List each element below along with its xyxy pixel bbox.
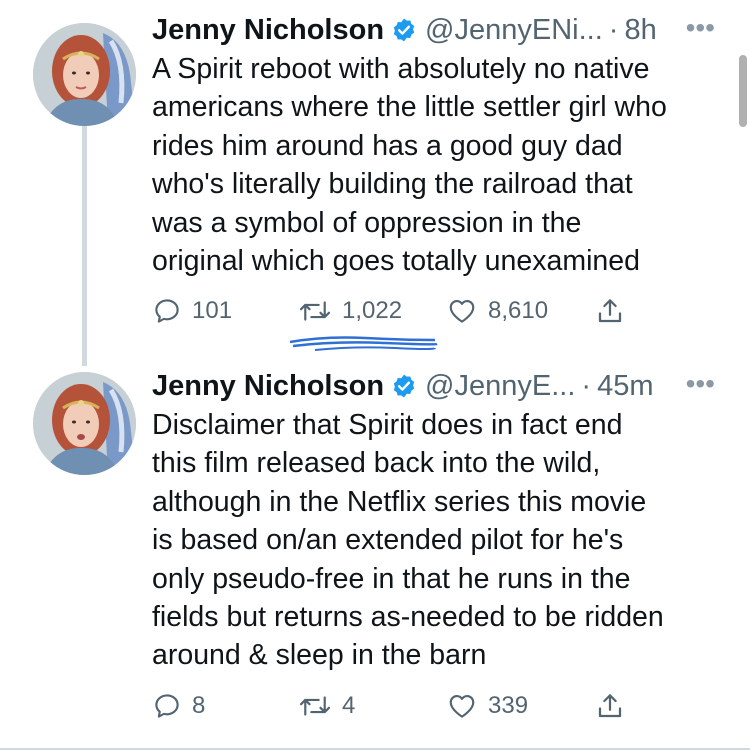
- display-name[interactable]: Jenny Nicholson: [152, 14, 384, 47]
- reply-count: 8: [192, 692, 206, 719]
- share-button[interactable]: [595, 296, 625, 326]
- like-icon: [449, 694, 475, 718]
- like-count: 8,610: [488, 297, 549, 324]
- reply-icon: [155, 694, 179, 718]
- timestamp[interactable]: 8h: [624, 14, 656, 47]
- user-handle[interactable]: @JennyENi...: [425, 14, 603, 47]
- separator-dot: ·: [608, 13, 619, 46]
- tweet-header: Jenny Nicholson @JennyENi... · 8h: [152, 10, 657, 50]
- retweet-icon: [299, 301, 331, 321]
- scrollbar-thumb[interactable]: [739, 55, 747, 127]
- like-count: 339: [488, 692, 529, 719]
- timestamp[interactable]: 45m: [597, 370, 653, 403]
- tweet-text: A Spirit reboot with absolutely no nativ…: [152, 53, 667, 278]
- more-icon[interactable]: •••: [686, 368, 715, 400]
- user-handle[interactable]: @JennyE...: [425, 370, 575, 403]
- avatar[interactable]: [33, 23, 136, 126]
- thread-connector-line: [82, 126, 87, 366]
- retweet-count: 4: [342, 692, 356, 719]
- retweet-icon: [299, 696, 331, 716]
- more-icon[interactable]: •••: [686, 12, 715, 44]
- like-button[interactable]: 339: [446, 691, 528, 721]
- share-button[interactable]: [595, 691, 625, 721]
- retweet-button[interactable]: 4: [298, 691, 355, 721]
- separator-dot: ·: [581, 369, 592, 402]
- share-icon: [598, 694, 622, 718]
- verified-badge-icon: [391, 373, 417, 399]
- retweet-button[interactable]: 1,022: [298, 296, 402, 326]
- like-icon: [449, 299, 475, 323]
- reply-icon: [155, 299, 179, 323]
- tweet-text: Disclaimer that Spirit does in fact end …: [152, 409, 664, 672]
- hand-drawn-underline: [289, 336, 438, 351]
- tweet-header: Jenny Nicholson @JennyE... · 45m: [152, 366, 653, 406]
- share-icon: [598, 299, 622, 323]
- reply-count: 101: [192, 297, 233, 324]
- reply-button[interactable]: 8: [152, 691, 205, 721]
- verified-badge-icon: [391, 17, 417, 43]
- avatar[interactable]: [33, 372, 136, 475]
- reply-button[interactable]: 101: [152, 296, 232, 326]
- display-name[interactable]: Jenny Nicholson: [152, 370, 384, 403]
- like-button[interactable]: 8,610: [446, 296, 548, 326]
- retweet-count: 1,022: [342, 297, 403, 324]
